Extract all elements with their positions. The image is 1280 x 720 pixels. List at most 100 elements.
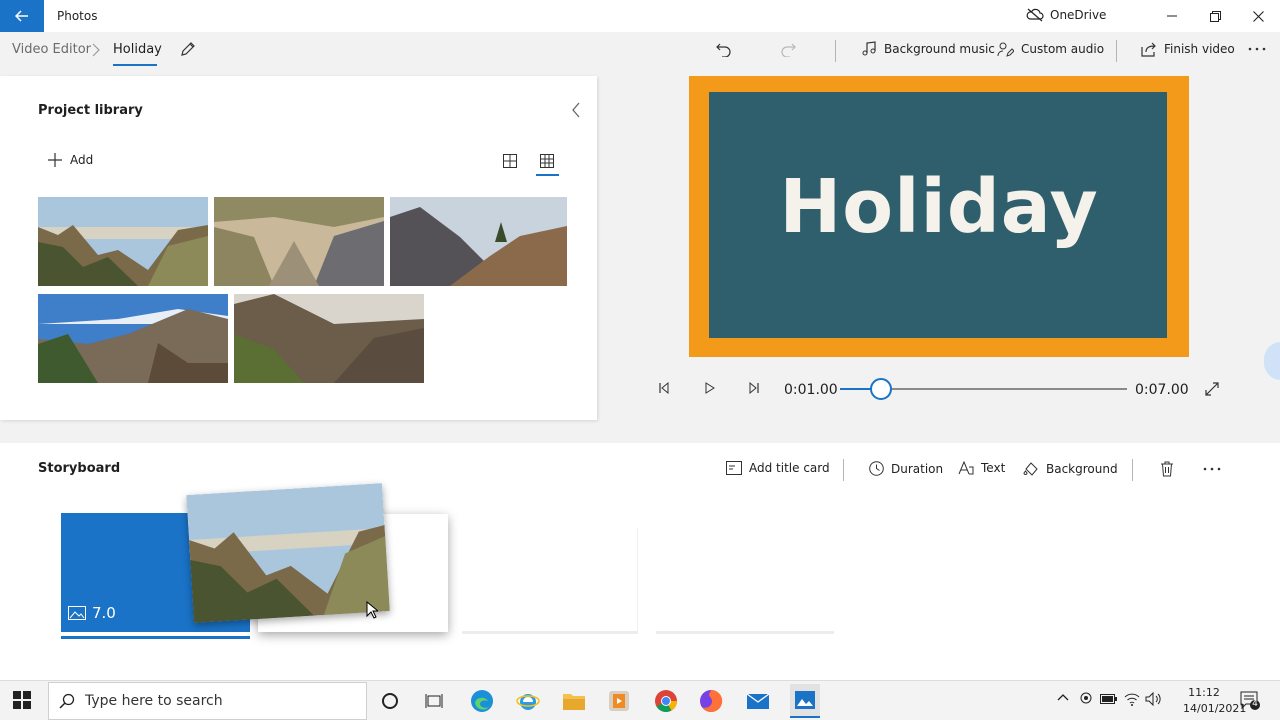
custom-audio-label: Custom audio	[1021, 42, 1105, 56]
dragged-photo[interactable]	[186, 483, 390, 623]
search-icon	[59, 693, 75, 709]
show-hidden-icons-button[interactable]	[1057, 693, 1069, 701]
mail-taskbar-button[interactable]	[745, 688, 771, 714]
text-icon	[958, 461, 974, 475]
onedrive-status[interactable]: OneDrive	[1026, 8, 1106, 22]
library-photo[interactable]	[214, 197, 384, 286]
landscape-thumbnail-image	[214, 197, 384, 286]
notification-count: 4	[1252, 699, 1258, 709]
background-button[interactable]: Background	[1023, 461, 1118, 477]
photos-taskbar-button[interactable]	[790, 684, 820, 718]
network-status[interactable]	[1124, 692, 1140, 706]
restore-button[interactable]	[1192, 0, 1238, 32]
start-button[interactable]	[12, 690, 32, 710]
title-card-text: Holiday	[779, 164, 1099, 250]
minimize-icon	[1167, 15, 1177, 17]
background-music-button[interactable]: Background music	[861, 41, 995, 57]
finish-video-button[interactable]: Finish video	[1141, 41, 1235, 57]
breadcrumb-project-name[interactable]: Holiday	[113, 42, 162, 57]
landscape-thumbnail-image	[186, 483, 390, 623]
undo-button[interactable]	[716, 41, 732, 57]
empty-storyboard-slot[interactable]	[462, 528, 638, 634]
storyboard-divider	[1132, 459, 1133, 481]
cortana-button[interactable]	[377, 688, 403, 714]
search-placeholder: Type here to search	[85, 693, 223, 709]
more-options-button[interactable]	[1248, 47, 1266, 51]
restore-icon	[1209, 10, 1221, 22]
volume-control[interactable]	[1145, 692, 1161, 706]
storyboard-divider	[843, 459, 844, 481]
speaker-icon	[1145, 692, 1161, 706]
library-photo[interactable]	[38, 294, 228, 383]
chevron-up-icon	[1057, 694, 1069, 701]
side-panel-handle[interactable]	[1264, 342, 1280, 380]
custom-audio-icon	[997, 42, 1014, 57]
tray-app-icon[interactable]	[1079, 692, 1093, 706]
chrome-taskbar-button[interactable]	[653, 688, 679, 714]
add-title-card-label: Add title card	[749, 461, 830, 475]
firefox-taskbar-button[interactable]	[698, 688, 724, 714]
windows-logo-icon	[13, 691, 31, 709]
minimize-button[interactable]	[1149, 0, 1195, 32]
back-button[interactable]	[0, 0, 44, 32]
grid-large-icon	[503, 154, 517, 168]
library-photo[interactable]	[390, 197, 567, 286]
project-library-title: Project library	[38, 103, 143, 118]
file-explorer-taskbar-button[interactable]	[561, 688, 587, 714]
landscape-thumbnail-image	[38, 197, 208, 286]
play-button[interactable]	[704, 382, 716, 394]
step-back-icon	[659, 382, 669, 394]
fullscreen-button[interactable]	[1205, 382, 1219, 396]
action-center-button[interactable]: 4	[1240, 690, 1260, 710]
cursor-arrow-icon	[366, 601, 378, 619]
custom-audio-button[interactable]: Custom audio	[997, 41, 1104, 57]
ie-taskbar-button[interactable]	[515, 688, 541, 714]
landscape-thumbnail-image	[38, 294, 228, 383]
rename-pencil-icon[interactable]	[180, 41, 196, 57]
play-icon	[705, 382, 715, 394]
internet-explorer-icon	[516, 694, 540, 710]
finish-video-label: Finish video	[1164, 42, 1235, 56]
next-frame-button[interactable]	[748, 382, 760, 394]
add-media-button[interactable]: Add	[48, 153, 93, 167]
large-thumbnail-view-button[interactable]	[503, 154, 517, 168]
previous-frame-button[interactable]	[658, 382, 670, 394]
media-player-icon	[609, 691, 629, 711]
folder-icon	[563, 694, 585, 710]
close-button[interactable]	[1235, 0, 1280, 32]
chrome-browser-icon	[655, 690, 677, 712]
seek-bar-thumb[interactable]	[870, 378, 892, 400]
system-clock[interactable]: 11:12 14/01/2021	[1183, 685, 1246, 717]
duration-button[interactable]: Duration	[869, 461, 943, 476]
small-thumbnail-view-button[interactable]	[540, 154, 554, 168]
battery-status[interactable]	[1100, 693, 1118, 705]
taskbar-search[interactable]: Type here to search	[48, 682, 367, 720]
breadcrumb-video-editor[interactable]: Video Editor	[12, 42, 91, 57]
clock-time: 11:12	[1188, 686, 1220, 699]
clip-selection-bar	[61, 636, 250, 639]
edge-taskbar-button[interactable]	[469, 688, 495, 714]
more-horizontal-icon	[1248, 47, 1266, 51]
title-card-icon	[726, 461, 742, 475]
redo-button[interactable]	[780, 41, 796, 57]
task-view-button[interactable]	[421, 688, 447, 714]
media-player-taskbar-button[interactable]	[606, 688, 632, 714]
empty-storyboard-slot[interactable]	[656, 528, 834, 634]
battery-icon	[1100, 694, 1117, 704]
add-title-card-button[interactable]: Add title card	[726, 461, 830, 475]
cortana-circle-icon	[382, 693, 398, 709]
clock-icon	[869, 461, 884, 476]
onedrive-label: OneDrive	[1050, 8, 1107, 22]
delete-clip-button[interactable]	[1160, 461, 1174, 477]
video-preview[interactable]: Holiday	[689, 76, 1189, 357]
webcam-icon	[1080, 692, 1092, 704]
storyboard-more-button[interactable]	[1203, 467, 1221, 471]
chevron-right-icon	[92, 43, 100, 57]
library-photo[interactable]	[38, 197, 208, 286]
library-photo[interactable]	[234, 294, 424, 383]
edge-browser-icon	[471, 690, 493, 712]
collapse-library-button[interactable]	[571, 102, 581, 118]
total-duration: 0:07.00	[1135, 382, 1189, 398]
text-button[interactable]: Text	[958, 461, 1005, 475]
back-arrow-icon	[15, 10, 28, 22]
